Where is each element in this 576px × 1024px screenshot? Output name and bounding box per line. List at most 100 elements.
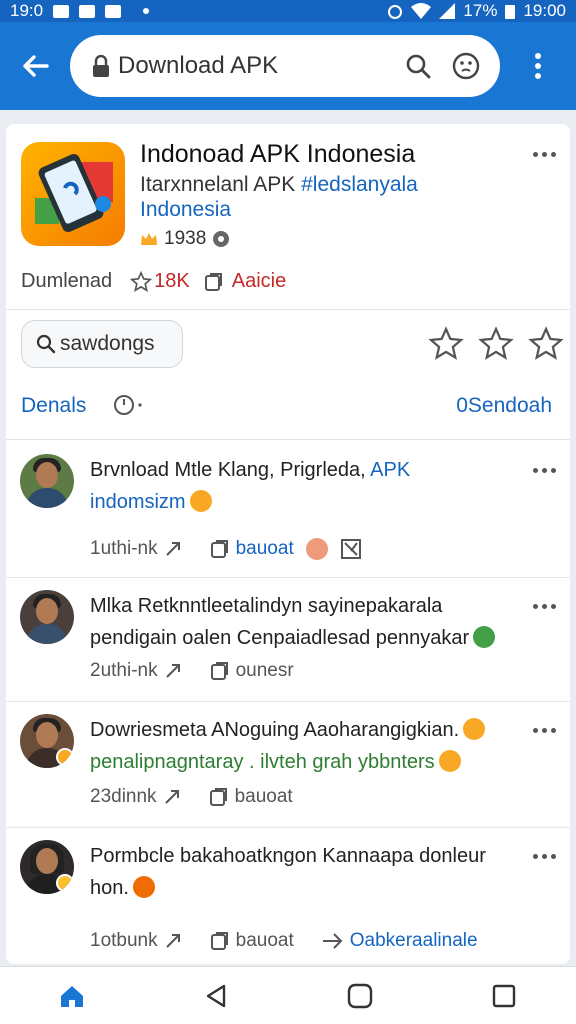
app-info-section: Indonoad APK Indonesia Itarxnnelanl APK …	[6, 124, 570, 310]
gallery-icon	[105, 4, 122, 18]
triangle-back-icon	[206, 984, 226, 1007]
star-icon[interactable]	[528, 326, 564, 362]
comment-time: 1otbunk	[90, 930, 158, 951]
home-icon	[61, 985, 83, 1007]
app-stats: Dumlenad 18K Aaicie	[21, 270, 286, 293]
crown-icon	[141, 233, 157, 245]
smile-emoji-icon	[189, 490, 212, 512]
wink-emoji-icon	[463, 718, 486, 740]
comment-meta: 23dinnk bauoat	[90, 786, 293, 808]
wifi-icon	[411, 3, 432, 19]
comment-time: 2uthi-nk	[90, 660, 158, 681]
comment-more-icon[interactable]	[526, 720, 562, 740]
star-icon[interactable]	[478, 326, 514, 362]
comment-text: Mlka Retknntleetalindyn sayinepakarala p…	[90, 590, 520, 654]
camera-icon	[79, 4, 96, 18]
avatar[interactable]	[20, 454, 74, 508]
nav-back-button[interactable]	[186, 967, 246, 1024]
copy-icon	[209, 788, 227, 806]
comment-item: Pormbcle bakahoatkngon Kannaapa donleur …	[6, 828, 570, 964]
comment-text: Dowriesmeta ANoguing Aaoharangigkian. pe…	[90, 714, 520, 778]
comment-more-icon[interactable]	[526, 596, 562, 616]
overflow-menu-button[interactable]	[500, 22, 576, 110]
share-icon[interactable]	[164, 932, 182, 950]
comment-tag[interactable]: bauoat	[236, 538, 294, 560]
comment-title: Dowriesmeta ANoguing Aaoharangigkian.	[90, 719, 460, 741]
checkbox-icon[interactable]	[340, 538, 362, 560]
comment-tag[interactable]: ounesr	[236, 660, 294, 682]
square-recents-icon	[492, 984, 516, 1007]
comment-tag[interactable]: bauoat	[236, 930, 294, 952]
comment-more-icon[interactable]	[526, 846, 562, 866]
url-text[interactable]: Download APK	[118, 52, 390, 80]
comment-more-icon[interactable]	[526, 460, 562, 480]
comment-text: Brvnload Mtle Klang, Prigrleda, APK indo…	[90, 454, 520, 518]
copy-icon	[204, 272, 222, 291]
app-more-icon[interactable]	[526, 144, 562, 164]
comment-time: 1uthi-nk	[90, 538, 158, 559]
status-clock: 19:00	[523, 1, 566, 20]
search-icon[interactable]	[398, 46, 438, 86]
status-time: 19:0	[10, 1, 44, 20]
address-bar[interactable]: Download APK	[70, 35, 500, 97]
more-vertical-icon	[535, 53, 541, 79]
home-tab-button[interactable]	[42, 967, 102, 1024]
share-icon[interactable]	[164, 662, 182, 680]
star-icon[interactable]	[428, 326, 464, 362]
comment-link[interactable]: APK	[370, 459, 410, 481]
app-title: Indonoad APK Indonesia	[140, 140, 416, 168]
back-button[interactable]	[0, 22, 70, 110]
comment-meta: 1uthi-nk bauoat	[90, 538, 362, 560]
rating-stars	[428, 326, 564, 362]
heart-emoji-icon	[132, 876, 155, 898]
comment-text: Pormbcle bakahoatkngon Kannaapa donleur …	[90, 840, 520, 904]
timer-icon[interactable]	[112, 390, 146, 420]
info-icon	[213, 231, 230, 247]
details-tab[interactable]: Denals	[21, 394, 86, 418]
downloads-label: Dumlenad	[21, 270, 113, 292]
star-count: 18K	[154, 270, 190, 292]
chip-label: sawdongs	[60, 332, 155, 355]
system-nav-bar	[0, 966, 576, 1024]
avatar[interactable]	[20, 590, 74, 644]
comment-item: Mlka Retknntleetalindyn sayinepakarala p…	[6, 578, 570, 702]
tracker-face-icon[interactable]	[446, 46, 486, 86]
reaction-emoji-icon[interactable]	[305, 538, 328, 560]
search-icon	[36, 334, 56, 354]
comment-body: hon.	[90, 877, 129, 899]
comment-body: penalipnagntaray . ilvteh grah ybbnters	[90, 751, 435, 773]
subtitle-hashtag[interactable]: #ledslanyala	[301, 173, 418, 196]
comment-title: Pormbcle bakahoatkngon Kannaapa donleur	[90, 845, 486, 867]
avatar[interactable]	[20, 714, 74, 768]
copy-icon	[210, 932, 228, 950]
status-bar: 19:0 17% 19:00	[0, 0, 576, 22]
comment-extra-link[interactable]: Oabkeraalinale	[350, 930, 478, 952]
grin-emoji-icon	[438, 750, 461, 772]
comment-meta: 2uthi-nk ounesr	[90, 660, 294, 682]
star-outline-icon	[130, 270, 153, 292]
lock-icon	[92, 55, 110, 77]
battery-percent: 17%	[463, 1, 498, 20]
comment-meta: 1otbunk bauoat Oabkeraalinale	[90, 930, 478, 952]
comment-title: Mlka Retknntleetalindyn sayinepakarala	[90, 595, 443, 617]
subtitle-text: Itarxnnelanl APK	[140, 173, 302, 196]
comment-tag[interactable]: bauoat	[235, 786, 293, 808]
battery-icon	[505, 5, 516, 19]
nav-home-button[interactable]	[330, 967, 390, 1024]
circle-home-icon	[347, 983, 373, 1008]
alarm-icon	[388, 5, 403, 19]
app-tag[interactable]: Aaicie	[232, 270, 286, 293]
app-icon[interactable]	[21, 142, 125, 246]
arrow-left-icon	[23, 55, 49, 77]
action-bar: sawdongs Denals 0Sendoah	[6, 310, 570, 440]
share-icon[interactable]	[164, 540, 182, 558]
copy-icon	[210, 540, 228, 558]
share-icon[interactable]	[163, 788, 181, 806]
nav-recents-button[interactable]	[474, 967, 534, 1024]
search-chip[interactable]: sawdongs	[21, 320, 183, 368]
avatar[interactable]	[20, 840, 74, 894]
send-link[interactable]: 0Sendoah	[456, 394, 552, 418]
smile-emoji-icon	[473, 626, 496, 648]
app-detail-card: Indonoad APK Indonesia Itarxnnelanl APK …	[6, 124, 570, 964]
subtitle-location[interactable]: Indonesia	[140, 198, 231, 221]
